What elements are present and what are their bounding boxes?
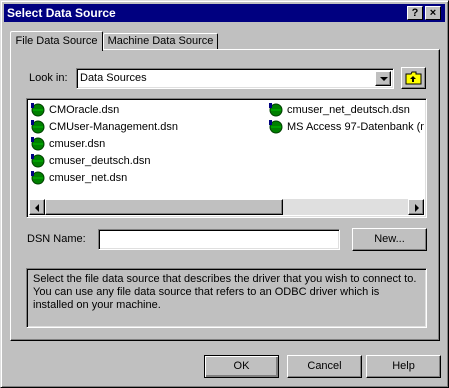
file-name: cmuser_net.dsn: [49, 172, 128, 184]
title-bar[interactable]: Select Data Source ? ×: [4, 4, 445, 22]
window-title: Select Data Source: [7, 6, 116, 20]
horizontal-scrollbar[interactable]: [29, 199, 424, 215]
description-text: Select the file data source that describ…: [33, 273, 417, 311]
file-name: CMOracle.dsn: [49, 104, 120, 116]
tab-file-data-source-label: File Data Source: [15, 35, 98, 47]
up-one-level-button[interactable]: [401, 67, 426, 89]
list-item[interactable]: cmuser_deutsch.dsn: [31, 153, 261, 169]
help-button[interactable]: Help: [366, 355, 441, 378]
dsn-file-icon: [31, 103, 45, 117]
list-item[interactable]: MS Access 97-Datenbank (no: [269, 119, 424, 135]
dsn-file-icon: [31, 120, 45, 134]
scroll-thumb[interactable]: [45, 199, 283, 215]
new-button[interactable]: New...: [352, 228, 427, 251]
dialog-window: Select Data Source ? × File Data Source …: [0, 0, 449, 388]
scroll-left-button[interactable]: [29, 199, 45, 215]
file-list[interactable]: CMOracle.dsn CMUser-Management.dsn cmuse…: [26, 98, 427, 218]
list-item[interactable]: cmuser.dsn: [31, 136, 261, 152]
list-item[interactable]: CMUser-Management.dsn: [31, 119, 261, 135]
scroll-right-button[interactable]: [408, 199, 424, 215]
look-in-dropdown[interactable]: Data Sources: [76, 68, 394, 89]
tab-machine-data-source-label: Machine Data Source: [107, 35, 214, 47]
close-title-button[interactable]: ×: [425, 6, 441, 20]
dsn-file-icon: [31, 154, 45, 168]
list-item[interactable]: cmuser_net_deutsch.dsn: [269, 102, 424, 118]
tab-file-data-source[interactable]: File Data Source: [10, 31, 103, 51]
dropdown-arrow-button[interactable]: [375, 71, 391, 86]
arrow-right-icon: [415, 204, 419, 212]
description-box: Select the file data source that describ…: [26, 268, 427, 328]
list-item[interactable]: CMOracle.dsn: [31, 102, 261, 118]
folder-up-icon: [405, 71, 422, 85]
help-title-button[interactable]: ?: [407, 6, 423, 20]
dsn-file-icon: [31, 171, 45, 185]
file-name: cmuser.dsn: [49, 138, 106, 150]
tab-machine-data-source[interactable]: Machine Data Source: [103, 33, 218, 49]
chevron-down-icon: [380, 77, 388, 81]
dsn-name-label: DSN Name:: [27, 233, 86, 245]
look-in-value: Data Sources: [80, 72, 147, 84]
file-name: cmuser_net_deutsch.dsn: [287, 104, 410, 116]
list-item[interactable]: cmuser_net.dsn: [31, 170, 261, 186]
file-name: MS Access 97-Datenbank (no: [287, 121, 424, 133]
ok-button[interactable]: OK: [204, 355, 279, 378]
cancel-button[interactable]: Cancel: [287, 355, 362, 378]
dsn-file-icon: [269, 103, 283, 117]
dsn-file-icon: [31, 137, 45, 151]
arrow-left-icon: [35, 204, 39, 212]
file-name: CMUser-Management.dsn: [49, 121, 178, 133]
file-name: cmuser_deutsch.dsn: [49, 155, 151, 167]
dsn-file-icon: [269, 120, 283, 134]
dsn-name-input[interactable]: [98, 229, 340, 250]
look-in-label: Look in:: [29, 72, 68, 84]
